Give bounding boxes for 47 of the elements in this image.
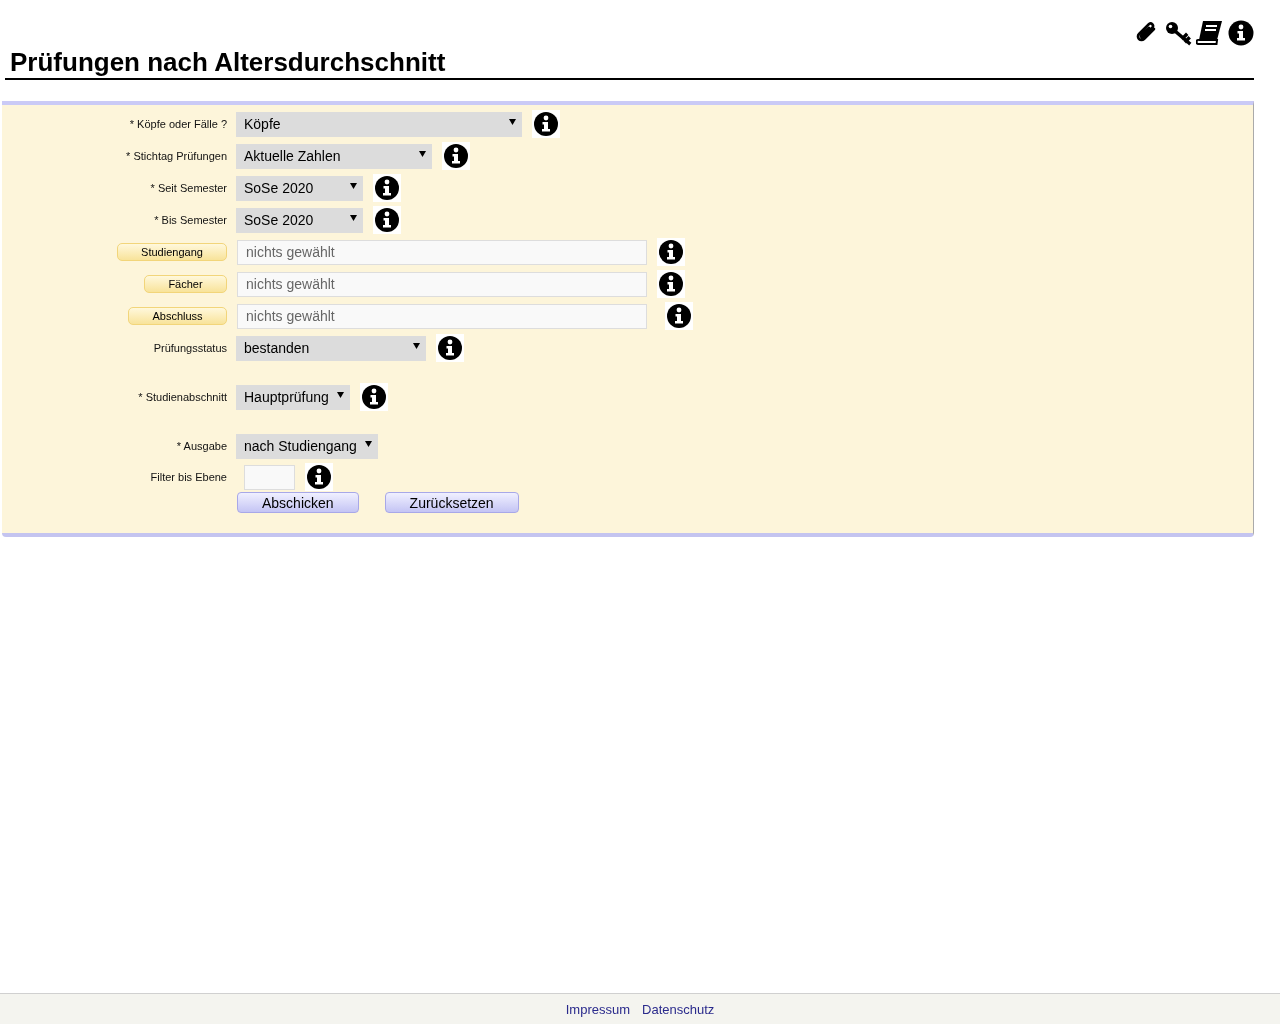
footer-link[interactable]: Datenschutz bbox=[642, 1001, 715, 1017]
caret-icon bbox=[419, 151, 426, 157]
selection-field[interactable]: nichts gewählt bbox=[237, 303, 647, 329]
select-dropdown[interactable]: SoSe 2020 bbox=[236, 175, 363, 201]
field-label: * Seit Semester bbox=[150, 182, 227, 194]
field-label: * Stichtag Prüfungen bbox=[126, 150, 227, 162]
caret-icon bbox=[350, 215, 357, 221]
caret-icon bbox=[413, 343, 420, 349]
info-icon[interactable] bbox=[657, 270, 685, 298]
page-title: Prüfungen nach Altersdurchschnitt bbox=[5, 46, 1254, 80]
picker-button[interactable]: Fächer bbox=[144, 275, 227, 293]
form-button[interactable]: Zurücksetzen bbox=[384, 492, 519, 513]
field-label: Prüfungsstatus bbox=[153, 342, 227, 354]
caret-icon bbox=[364, 441, 372, 447]
info-icon[interactable] bbox=[436, 334, 464, 362]
info-icon[interactable] bbox=[665, 302, 693, 330]
field-label: * Bis Semester bbox=[154, 214, 227, 226]
select-dropdown[interactable]: bestanden bbox=[236, 335, 426, 361]
info-icon[interactable] bbox=[373, 174, 401, 202]
key-icon[interactable] bbox=[1164, 19, 1192, 46]
book-icon[interactable] bbox=[1196, 19, 1224, 46]
picker-button[interactable]: Abschluss bbox=[128, 307, 227, 325]
field-label: Filter bis Ebene bbox=[150, 471, 227, 483]
info-icon[interactable] bbox=[1228, 19, 1254, 46]
caret-icon bbox=[509, 119, 516, 125]
select-dropdown[interactable]: Köpfe bbox=[236, 111, 522, 137]
info-icon[interactable] bbox=[532, 110, 560, 138]
selection-field[interactable]: nichts gewählt bbox=[237, 271, 647, 297]
select-dropdown[interactable]: SoSe 2020 bbox=[236, 207, 363, 233]
select-dropdown[interactable]: Hauptprüfung bbox=[236, 384, 350, 410]
footer-link[interactable]: Impressum bbox=[565, 1001, 630, 1017]
select-dropdown[interactable]: Aktuelle Zahlen bbox=[236, 143, 432, 169]
info-icon[interactable] bbox=[657, 238, 685, 266]
info-icon[interactable] bbox=[442, 142, 470, 170]
field-label: * Ausgabe bbox=[176, 440, 227, 452]
info-icon[interactable] bbox=[305, 463, 333, 491]
info-icon[interactable] bbox=[359, 383, 388, 411]
field-label: * Studienabschnitt bbox=[138, 391, 227, 403]
select-dropdown[interactable]: nach Studiengang bbox=[236, 433, 378, 459]
picker-button[interactable]: Studiengang bbox=[117, 243, 227, 261]
field-label: * Köpfe oder Fälle ? bbox=[129, 118, 227, 130]
caret-icon bbox=[336, 392, 344, 398]
selection-field[interactable]: nichts gewählt bbox=[237, 239, 647, 265]
input-field[interactable] bbox=[244, 464, 295, 490]
caret-icon bbox=[350, 183, 357, 189]
form-button[interactable]: Abschicken bbox=[237, 492, 359, 513]
info-icon[interactable] bbox=[373, 206, 401, 234]
